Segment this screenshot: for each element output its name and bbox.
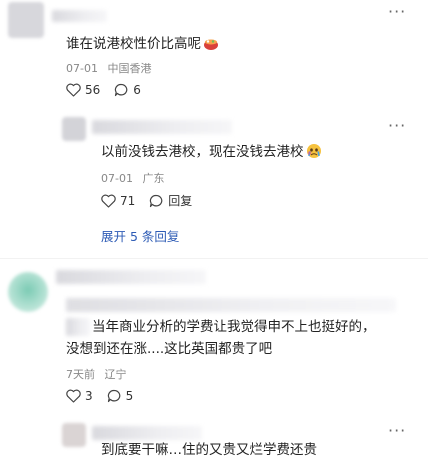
heart-icon xyxy=(66,389,81,403)
reply-button[interactable]: 回复 xyxy=(149,192,192,209)
username-redacted xyxy=(92,426,202,440)
comment-text: 到底要干嘛…住的又贵又烂学费还贵 xyxy=(101,442,317,458)
username-redacted xyxy=(56,270,206,284)
comment-meta: 07-01 中国香港 xyxy=(66,60,151,76)
like-button[interactable]: 3 xyxy=(66,389,93,403)
comment-text-line-1: 当年商业分析的学费让我觉得申不上也挺好的， xyxy=(92,319,376,335)
comment-actions: 56 6 xyxy=(66,83,141,97)
reply-button[interactable]: 6 xyxy=(114,83,141,97)
comment-date: 07-01 xyxy=(66,62,98,75)
username-redacted xyxy=(52,10,107,22)
reply-button[interactable]: 5 xyxy=(107,389,134,403)
more-options-icon[interactable]: ··· xyxy=(388,116,406,135)
comment-text-line-2: 没想到还在涨....这比英国都贵了吧 xyxy=(66,341,273,357)
comment-meta: 7天前 辽宁 xyxy=(66,366,127,382)
username-redacted xyxy=(66,298,396,312)
comment-location: 中国香港 xyxy=(107,62,152,75)
comment-bubble-icon xyxy=(115,83,128,97)
reply-count: 5 xyxy=(125,389,134,403)
like-count: 56 xyxy=(85,83,101,97)
like-count: 3 xyxy=(85,389,93,403)
comment-date: 07-01 xyxy=(101,172,133,185)
expand-replies-link[interactable]: 展开 5 条回复 xyxy=(101,226,179,245)
comment-actions: 3 5 xyxy=(66,389,133,403)
comment-location: 辽宁 xyxy=(104,368,127,381)
reply-count: 6 xyxy=(133,83,141,97)
avatar[interactable] xyxy=(62,423,86,447)
divider xyxy=(0,258,428,259)
crying-face-icon xyxy=(306,143,322,166)
comment-meta: 07-01 广东 xyxy=(101,170,164,186)
hot-pot-icon xyxy=(203,35,219,58)
comment-bubble-icon xyxy=(150,194,163,207)
like-button[interactable]: 56 xyxy=(66,83,100,97)
comment-actions: 71 回复 xyxy=(101,192,192,209)
heart-icon xyxy=(66,83,81,97)
avatar[interactable] xyxy=(8,2,44,38)
avatar[interactable] xyxy=(8,272,48,312)
heart-icon xyxy=(101,194,116,208)
comment-location: 广东 xyxy=(142,172,165,185)
more-options-icon[interactable]: ··· xyxy=(388,2,406,21)
comment-bubble-icon xyxy=(107,389,120,403)
comment-text: 以前没钱去港校，现在没钱去港校 xyxy=(101,141,322,166)
avatar[interactable] xyxy=(62,117,86,141)
more-options-icon[interactable]: ··· xyxy=(388,421,406,440)
comment-date: 7天前 xyxy=(66,368,95,381)
like-count: 71 xyxy=(120,193,136,208)
username-redacted xyxy=(92,120,232,134)
reply-label: 回复 xyxy=(168,194,193,208)
like-button[interactable]: 71 xyxy=(101,194,135,208)
avatar-redacted xyxy=(66,318,90,336)
comment-text: 谁在说港校性价比高呢 xyxy=(66,33,219,58)
